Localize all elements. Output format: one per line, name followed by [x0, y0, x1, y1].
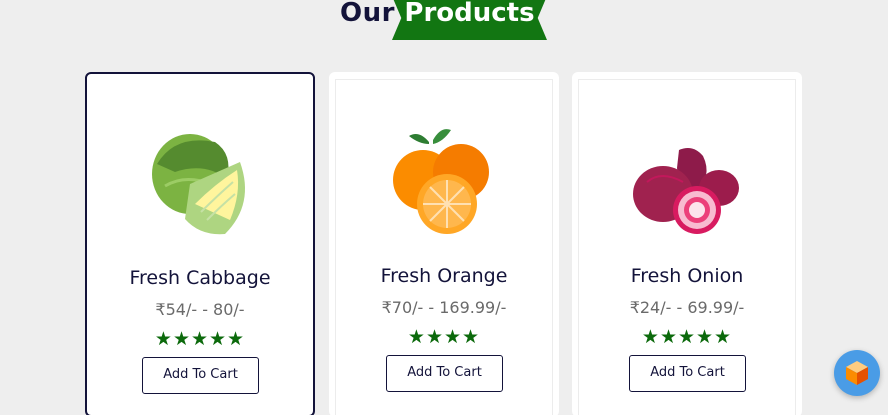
product-card-onion[interactable]: Fresh Onion ₹24/- - 69.99/- ★★★★★ Add To…: [572, 72, 802, 415]
product-card-cabbage[interactable]: Fresh Cabbage ₹54/- - 80/- ★★★★★ Add To …: [85, 72, 315, 415]
add-to-cart-button[interactable]: Add To Cart: [386, 355, 503, 392]
rating-stars: ★★★★★: [641, 326, 733, 348]
section-heading: Our Products: [0, 0, 888, 40]
product-name: Fresh Onion: [630, 265, 744, 287]
rating-stars: ★★★★: [407, 326, 481, 348]
add-to-cart-button[interactable]: Add To Cart: [629, 355, 746, 392]
chat-cube-icon: [846, 361, 868, 385]
product-price: ₹24/- - 69.99/-: [629, 298, 745, 317]
orange-image: [329, 122, 559, 242]
product-price: ₹54/- - 80/-: [155, 300, 245, 319]
rating-stars: ★★★★★: [154, 328, 246, 350]
heading-prefix: Our: [340, 0, 395, 28]
onion-image: [572, 122, 802, 242]
cabbage-image: [87, 124, 313, 244]
chat-widget-button[interactable]: [834, 350, 880, 396]
product-name: Fresh Cabbage: [129, 267, 271, 289]
add-to-cart-button[interactable]: Add To Cart: [142, 357, 259, 394]
product-card-orange[interactable]: Fresh Orange ₹70/- - 169.99/- ★★★★ Add T…: [329, 72, 559, 415]
product-price: ₹70/- - 169.99/-: [381, 298, 507, 317]
product-name: Fresh Orange: [380, 265, 508, 287]
heading-highlight: Products: [404, 0, 535, 28]
